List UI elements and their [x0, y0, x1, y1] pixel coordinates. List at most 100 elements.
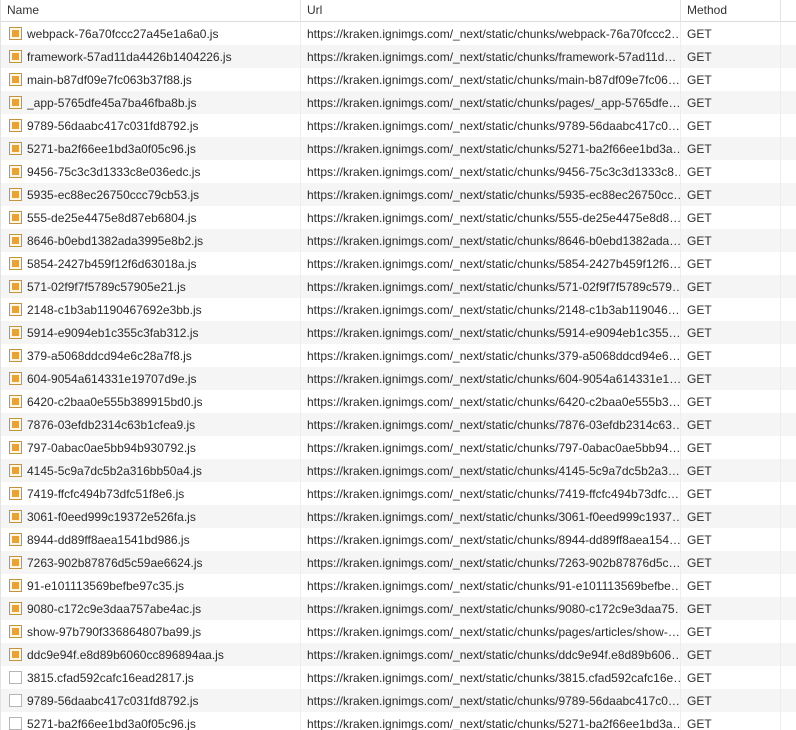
cell-url[interactable]: https://kraken.ignimgs.com/_next/static/… — [301, 45, 681, 68]
cell-name[interactable]: 5271-ba2f66ee1bd3a0f05c96.js — [1, 137, 301, 160]
cell-url[interactable]: https://kraken.ignimgs.com/_next/static/… — [301, 505, 681, 528]
cell-name[interactable]: 5854-2427b459f12f6d63018a.js — [1, 252, 301, 275]
table-row[interactable]: 797-0abac0ae5bb94b930792.jshttps://krake… — [1, 436, 796, 459]
cell-method[interactable]: GET — [681, 22, 781, 45]
cell-method[interactable]: GET — [681, 712, 781, 730]
cell-name[interactable]: 6420-c2baa0e555b389915bd0.js — [1, 390, 301, 413]
cell-name[interactable]: _app-5765dfe45a7ba46fba8b.js — [1, 91, 301, 114]
cell-method[interactable]: GET — [681, 160, 781, 183]
cell-method[interactable]: GET — [681, 551, 781, 574]
cell-name[interactable]: 7263-902b87876d5c59ae6624.js — [1, 551, 301, 574]
cell-method[interactable]: GET — [681, 666, 781, 689]
cell-method[interactable]: GET — [681, 275, 781, 298]
table-row[interactable]: 5935-ec88ec26750ccc79cb53.jshttps://krak… — [1, 183, 796, 206]
cell-url[interactable]: https://kraken.ignimgs.com/_next/static/… — [301, 620, 681, 643]
col-header-method[interactable]: Method — [681, 0, 781, 21]
cell-url[interactable]: https://kraken.ignimgs.com/_next/static/… — [301, 482, 681, 505]
cell-url[interactable]: https://kraken.ignimgs.com/_next/static/… — [301, 275, 681, 298]
cell-url[interactable]: https://kraken.ignimgs.com/_next/static/… — [301, 68, 681, 91]
cell-name[interactable]: 7419-ffcfc494b73dfc51f8e6.js — [1, 482, 301, 505]
cell-url[interactable]: https://kraken.ignimgs.com/_next/static/… — [301, 436, 681, 459]
cell-name[interactable]: 5914-e9094eb1c355c3fab312.js — [1, 321, 301, 344]
cell-method[interactable]: GET — [681, 229, 781, 252]
cell-url[interactable]: https://kraken.ignimgs.com/_next/static/… — [301, 344, 681, 367]
cell-name[interactable]: framework-57ad11da4426b1404226.js — [1, 45, 301, 68]
cell-name[interactable]: 5271-ba2f66ee1bd3a0f05c96.js — [1, 712, 301, 730]
table-row[interactable]: 3815.cfad592cafc16ead2817.jshttps://krak… — [1, 666, 796, 689]
cell-name[interactable]: 4145-5c9a7dc5b2a316bb50a4.js — [1, 459, 301, 482]
table-row[interactable]: 2148-c1b3ab1190467692e3bb.jshttps://krak… — [1, 298, 796, 321]
cell-method[interactable]: GET — [681, 528, 781, 551]
cell-url[interactable]: https://kraken.ignimgs.com/_next/static/… — [301, 459, 681, 482]
table-row[interactable]: 5271-ba2f66ee1bd3a0f05c96.jshttps://krak… — [1, 137, 796, 160]
cell-method[interactable]: GET — [681, 505, 781, 528]
cell-url[interactable]: https://kraken.ignimgs.com/_next/static/… — [301, 712, 681, 730]
cell-name[interactable]: ddc9e94f.e8d89b6060cc896894aa.js — [1, 643, 301, 666]
cell-url[interactable]: https://kraken.ignimgs.com/_next/static/… — [301, 298, 681, 321]
col-header-url[interactable]: Url — [301, 0, 681, 21]
table-row[interactable]: show-97b790f336864807ba99.jshttps://krak… — [1, 620, 796, 643]
cell-url[interactable]: https://kraken.ignimgs.com/_next/static/… — [301, 91, 681, 114]
cell-name[interactable]: 3815.cfad592cafc16ead2817.js — [1, 666, 301, 689]
cell-method[interactable]: GET — [681, 183, 781, 206]
cell-method[interactable]: GET — [681, 643, 781, 666]
cell-method[interactable]: GET — [681, 620, 781, 643]
cell-url[interactable]: https://kraken.ignimgs.com/_next/static/… — [301, 160, 681, 183]
table-row[interactable]: webpack-76a70fccc27a45e1a6a0.jshttps://k… — [1, 22, 796, 45]
cell-name[interactable]: show-97b790f336864807ba99.js — [1, 620, 301, 643]
cell-method[interactable]: GET — [681, 137, 781, 160]
table-row[interactable]: 379-a5068ddcd94e6c28a7f8.jshttps://krake… — [1, 344, 796, 367]
cell-method[interactable]: GET — [681, 68, 781, 91]
table-row[interactable]: 9789-56daabc417c031fd8792.jshttps://krak… — [1, 114, 796, 137]
col-header-extra[interactable] — [781, 0, 796, 21]
cell-method[interactable]: GET — [681, 344, 781, 367]
table-row[interactable]: 6420-c2baa0e555b389915bd0.jshttps://krak… — [1, 390, 796, 413]
cell-name[interactable]: 5935-ec88ec26750ccc79cb53.js — [1, 183, 301, 206]
cell-method[interactable]: GET — [681, 45, 781, 68]
table-row[interactable]: 9456-75c3c3d1333c8e036edc.jshttps://krak… — [1, 160, 796, 183]
cell-name[interactable]: 9456-75c3c3d1333c8e036edc.js — [1, 160, 301, 183]
cell-method[interactable]: GET — [681, 91, 781, 114]
cell-method[interactable]: GET — [681, 597, 781, 620]
col-header-name[interactable]: Name — [1, 0, 301, 21]
cell-method[interactable]: GET — [681, 206, 781, 229]
table-row[interactable]: _app-5765dfe45a7ba46fba8b.jshttps://krak… — [1, 91, 796, 114]
cell-url[interactable]: https://kraken.ignimgs.com/_next/static/… — [301, 137, 681, 160]
cell-name[interactable]: main-b87df09e7fc063b37f88.js — [1, 68, 301, 91]
table-row[interactable]: 8646-b0ebd1382ada3995e8b2.jshttps://krak… — [1, 229, 796, 252]
cell-name[interactable]: 604-9054a614331e19707d9e.js — [1, 367, 301, 390]
cell-name[interactable]: 7876-03efdb2314c63b1cfea9.js — [1, 413, 301, 436]
cell-url[interactable]: https://kraken.ignimgs.com/_next/static/… — [301, 252, 681, 275]
table-row[interactable]: 7263-902b87876d5c59ae6624.jshttps://krak… — [1, 551, 796, 574]
table-row[interactable]: 3061-f0eed999c19372e526fa.jshttps://krak… — [1, 505, 796, 528]
table-row[interactable]: 604-9054a614331e19707d9e.jshttps://krake… — [1, 367, 796, 390]
table-row[interactable]: 91-e101113569befbe97c35.jshttps://kraken… — [1, 574, 796, 597]
cell-name[interactable]: 9789-56daabc417c031fd8792.js — [1, 114, 301, 137]
cell-url[interactable]: https://kraken.ignimgs.com/_next/static/… — [301, 390, 681, 413]
cell-name[interactable]: 9080-c172c9e3daa757abe4ac.js — [1, 597, 301, 620]
cell-name[interactable]: 91-e101113569befbe97c35.js — [1, 574, 301, 597]
cell-url[interactable]: https://kraken.ignimgs.com/_next/static/… — [301, 528, 681, 551]
cell-name[interactable]: webpack-76a70fccc27a45e1a6a0.js — [1, 22, 301, 45]
cell-method[interactable]: GET — [681, 114, 781, 137]
table-row[interactable]: 555-de25e4475e8d87eb6804.jshttps://krake… — [1, 206, 796, 229]
table-row[interactable]: 571-02f9f7f5789c57905e21.jshttps://krake… — [1, 275, 796, 298]
table-row[interactable]: 4145-5c9a7dc5b2a316bb50a4.jshttps://krak… — [1, 459, 796, 482]
cell-method[interactable]: GET — [681, 459, 781, 482]
table-row[interactable]: ddc9e94f.e8d89b6060cc896894aa.jshttps://… — [1, 643, 796, 666]
table-row[interactable]: 5914-e9094eb1c355c3fab312.jshttps://krak… — [1, 321, 796, 344]
cell-method[interactable]: GET — [681, 413, 781, 436]
cell-method[interactable]: GET — [681, 574, 781, 597]
cell-url[interactable]: https://kraken.ignimgs.com/_next/static/… — [301, 643, 681, 666]
cell-url[interactable]: https://kraken.ignimgs.com/_next/static/… — [301, 229, 681, 252]
table-row[interactable]: 7419-ffcfc494b73dfc51f8e6.jshttps://krak… — [1, 482, 796, 505]
cell-url[interactable]: https://kraken.ignimgs.com/_next/static/… — [301, 597, 681, 620]
cell-name[interactable]: 9789-56daabc417c031fd8792.js — [1, 689, 301, 712]
cell-method[interactable]: GET — [681, 367, 781, 390]
cell-name[interactable]: 2148-c1b3ab1190467692e3bb.js — [1, 298, 301, 321]
cell-name[interactable]: 379-a5068ddcd94e6c28a7f8.js — [1, 344, 301, 367]
table-row[interactable]: 9080-c172c9e3daa757abe4ac.jshttps://krak… — [1, 597, 796, 620]
cell-url[interactable]: https://kraken.ignimgs.com/_next/static/… — [301, 183, 681, 206]
cell-method[interactable]: GET — [681, 321, 781, 344]
cell-url[interactable]: https://kraken.ignimgs.com/_next/static/… — [301, 413, 681, 436]
